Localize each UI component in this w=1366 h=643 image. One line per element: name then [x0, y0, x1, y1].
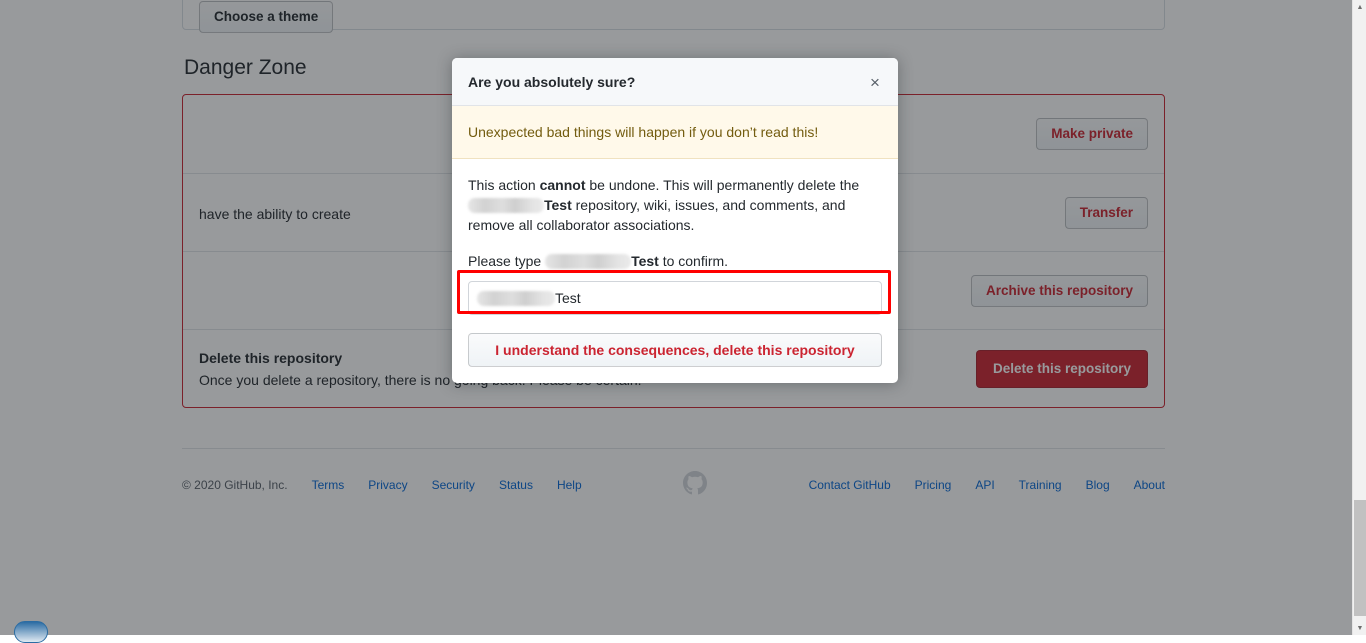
redacted-owner-name: [477, 291, 555, 306]
text-part: to confirm.: [659, 253, 728, 269]
confirm-input-wrapper: Test: [468, 281, 882, 315]
vertical-scrollbar[interactable]: ▲ ▼: [1352, 0, 1366, 635]
text-part: This action: [468, 177, 540, 193]
dialog-title: Are you absolutely sure?: [468, 74, 635, 90]
scrollbar-thumb[interactable]: [1354, 500, 1366, 616]
dialog-body: This action cannot be undone. This will …: [452, 159, 898, 383]
redacted-owner-name: [468, 198, 544, 213]
confirm-delete-dialog: Are you absolutely sure? × Unexpected ba…: [452, 58, 898, 383]
redacted-owner-name: [545, 254, 631, 269]
dialog-warning-banner: Unexpected bad things will happen if you…: [452, 106, 898, 159]
close-icon[interactable]: ×: [864, 71, 886, 93]
scroll-down-arrow-icon[interactable]: ▼: [1353, 621, 1366, 635]
confirm-repo-name-input[interactable]: Test: [468, 281, 882, 315]
input-visible-value: Test: [555, 288, 581, 308]
confirm-delete-submit-button[interactable]: I understand the consequences, delete th…: [468, 333, 882, 367]
text-part: Please type: [468, 253, 545, 269]
dialog-confirm-instruction: Please type Test to confirm.: [468, 251, 882, 271]
scroll-up-arrow-icon[interactable]: ▲: [1353, 0, 1366, 14]
text-part: be undone. This will permanently delete …: [585, 177, 859, 193]
text-bold-repo: Test: [544, 197, 572, 213]
corner-indicator: [14, 621, 48, 643]
dialog-warning-paragraph: This action cannot be undone. This will …: [468, 175, 882, 235]
text-bold-repo: Test: [631, 253, 659, 269]
text-bold-cannot: cannot: [540, 177, 586, 193]
dialog-header: Are you absolutely sure? ×: [452, 58, 898, 106]
